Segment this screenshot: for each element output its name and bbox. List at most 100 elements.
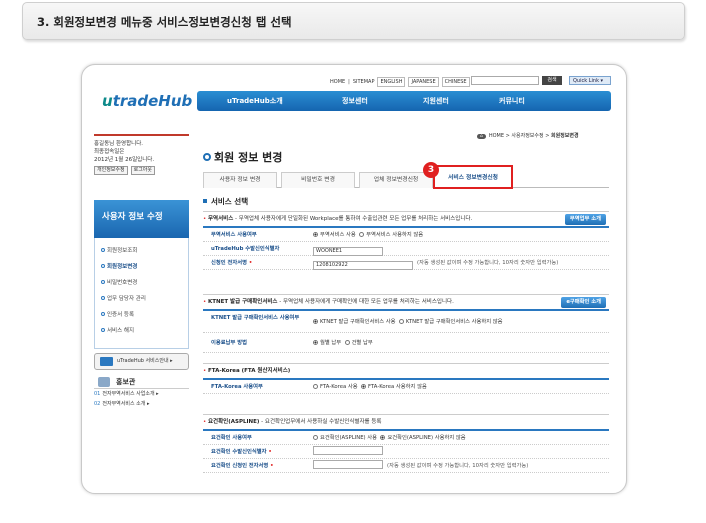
monitor-icon	[100, 357, 113, 366]
fta-use-label: FTA-Korea 사용여부	[211, 384, 263, 390]
lnb-label: 회원정보조회	[107, 248, 138, 254]
fta-service-head: • FTA-Korea (FTA 원산지서비스)	[203, 364, 609, 378]
aspline-service-desc: - 요건확인업무에서 사용하실 수발신인식별자를 등록	[259, 419, 382, 425]
ktnet-use-radio-no[interactable]	[398, 319, 404, 324]
aspline-id-input[interactable]	[313, 446, 383, 455]
step-badge: 3	[423, 162, 439, 178]
lnb-label: 업무 담당자 관리	[107, 296, 146, 302]
trade-use-radio-no[interactable]	[359, 232, 365, 237]
ktnet-intro-button[interactable]: e구매확인 소개	[561, 297, 606, 308]
lnb-label: 회원정보변경	[107, 264, 138, 270]
aspline-use-radio-no[interactable]	[380, 435, 386, 440]
logo-text: tradeHub	[112, 92, 193, 110]
ktnet-pay-opt2: 건별 납부	[351, 340, 373, 346]
ktnet-form: KTNET 발급 구매확인서비스 사용여부 KTNET 발급 구매확인서비스 사…	[203, 309, 609, 353]
trade-sign-input[interactable]: 1208102922	[313, 261, 413, 270]
required-mark: •	[268, 449, 272, 455]
ktnet-use-radio-yes[interactable]	[313, 319, 318, 324]
gnb-item-info[interactable]: 정보센터	[342, 96, 368, 106]
lnb-item-cert[interactable]: 인증서 등록	[95, 307, 188, 323]
home-icon[interactable]: ⌂	[477, 134, 486, 139]
trade-sign-row: 신청인 전자서명 • 1208102922 (자동 생성된 값이며 수정 가능합니…	[203, 256, 609, 270]
ktnet-pay-radio-each[interactable]	[344, 340, 350, 345]
tab-service-info[interactable]: 서비스 정보변경신청	[433, 165, 513, 189]
lang-chinese[interactable]: CHINESE	[441, 77, 470, 87]
page-title: 회원 정보 변경	[203, 149, 282, 165]
pr-title: 홍보관	[94, 375, 189, 389]
trade-service-desc: - 무역업체 사용자에게 단일화된 Workplace를 통하여 수출입관련 모…	[233, 216, 473, 222]
section-title: 서비스 선택	[203, 196, 248, 207]
quick-link-select[interactable]: Quick Link ▾	[569, 76, 611, 85]
aspline-sign-label: 요건확인 신청인 전자서명	[211, 463, 269, 469]
tab-user-info[interactable]: 사용자 정보 변경	[203, 172, 277, 188]
pr-title-text: 홍보관	[116, 378, 136, 386]
trade-sign-label: 신청인 전자서명	[211, 260, 247, 266]
section-title-text: 서비스 선택	[211, 197, 249, 206]
home-link[interactable]: HOME	[330, 79, 345, 85]
trade-id-input[interactable]: WOONEE1	[313, 247, 383, 256]
logout-button[interactable]: 로그아웃	[130, 166, 156, 175]
pr-item[interactable]: 02 전자무역서비스 소개 ▸	[94, 399, 189, 409]
lnb-label: 인증서 등록	[107, 312, 135, 318]
aspline-use-radio-yes[interactable]	[313, 435, 318, 440]
required-mark: •	[248, 260, 253, 266]
aspline-service-title: 요건확인(ASPLINE)	[208, 419, 260, 425]
trade-use-opt2: 무역서비스 사용하지 않음	[366, 232, 424, 238]
pr-item-num: 01	[94, 391, 101, 397]
trade-form: 무역서비스 사용여부 무역서비스 사용 무역서비스 사용하지 않음 uTrade…	[203, 226, 609, 270]
search-input[interactable]	[471, 76, 539, 85]
top-links: HOME | SITEMAP ENGLISH JAPANESE CHINESE	[330, 77, 470, 87]
trade-id-row: uTradeHub 수발신인식별자 WOONEE1	[203, 242, 609, 256]
breadcrumb-current: 회원정보변경	[550, 133, 579, 139]
aspline-sign-row: 요건확인 신청인 전자서명 • (자동 생성된 값이며 수정 가능합니다, 10…	[203, 459, 609, 473]
lnb-item-cancel[interactable]: 서비스 해지	[95, 323, 188, 339]
trade-id-label: uTradeHub 수발신인식별자	[211, 246, 280, 252]
last-login-label: 최종접속일은	[94, 149, 125, 155]
lang-english[interactable]: ENGLISH	[377, 77, 406, 87]
pr-item[interactable]: 01 전자무역서비스 사업소개 ▸	[94, 389, 189, 399]
tab-password[interactable]: 비밀번호 변경	[281, 172, 355, 188]
lang-japanese[interactable]: JAPANESE	[408, 77, 439, 87]
title-ring-icon	[203, 153, 211, 161]
breadcrumb-level1[interactable]: 사용자정보수정	[511, 133, 543, 139]
lnb-item-staff[interactable]: 업무 담당자 관리	[95, 291, 188, 307]
trade-intro-button[interactable]: 무역업무 소개	[564, 214, 606, 225]
ktnet-pay-radio-monthly[interactable]	[313, 340, 318, 345]
fta-use-radio-yes[interactable]	[313, 384, 318, 389]
aspline-service-block: • 요건확인(ASPLINE) - 요건확인업무에서 사용하실 수발신인식별자를…	[203, 414, 609, 473]
quick-link-label: Quick Link	[573, 78, 599, 84]
trade-use-radio-yes[interactable]	[313, 232, 318, 237]
lnb-label: 비밀번호변경	[107, 280, 138, 286]
bullet-icon	[101, 280, 105, 284]
lnb-item-password[interactable]: 비밀번호변경	[95, 275, 188, 291]
browser-frame: HOME | SITEMAP ENGLISH JAPANESE CHINESE 검…	[81, 64, 627, 494]
pr-item-label: 전자무역서비스 소개	[102, 401, 146, 407]
sitemap-link[interactable]: SITEMAP	[353, 79, 375, 85]
fta-use-row: FTA-Korea 사용여부 FTA-Korea 사용 FTA-Korea 사용…	[203, 380, 609, 394]
square-bullet-icon	[203, 199, 207, 203]
bullet-dot-icon: •	[203, 216, 207, 222]
fta-use-radio-no[interactable]	[361, 384, 367, 389]
breadcrumb-home[interactable]: HOME	[489, 133, 504, 139]
aspline-form: 요건확인 사용여부 요건확인(ASPLINE) 사용 요건확인(ASPLINE)…	[203, 429, 609, 473]
bullet-icon	[101, 312, 105, 316]
service-guide-button[interactable]: uTradeHub 서비스안내 ▸	[94, 353, 189, 370]
gnb-item-community[interactable]: 커뮤니티	[499, 96, 525, 106]
bullet-icon	[101, 264, 105, 268]
aspline-use-row: 요건확인 사용여부 요건확인(ASPLINE) 사용 요건확인(ASPLINE)…	[203, 431, 609, 445]
aspline-sign-input[interactable]	[313, 460, 383, 469]
welcome-text: 홍길동님 환영합니다.	[94, 141, 144, 147]
lnb-item-member-info[interactable]: 회원정보조회	[95, 243, 188, 259]
trade-use-opt1: 무역서비스 사용	[320, 232, 356, 238]
personal-info-button[interactable]: 개인정보수정	[94, 166, 128, 175]
pr-item-label: 전자무역서비스 사업소개	[102, 391, 155, 397]
gnb-item-about[interactable]: uTradeHub소개	[227, 96, 283, 106]
fta-use-opt2: FTA-Korea 사용하지 않음	[368, 384, 427, 390]
required-mark: •	[270, 463, 274, 469]
lnb-item-member-change[interactable]: 회원정보변경	[95, 259, 188, 275]
ktnet-service-block: • KTNET 발급 구매확인서비스 - 무역업체 사용자에게 구매확인에 대한…	[203, 294, 609, 353]
search-button[interactable]: 검색	[542, 76, 562, 85]
tab-company-info[interactable]: 업체 정보변경신청	[359, 172, 433, 188]
utradehub-logo[interactable]: utradeHub	[102, 92, 192, 110]
gnb-item-support[interactable]: 지원센터	[423, 96, 449, 106]
